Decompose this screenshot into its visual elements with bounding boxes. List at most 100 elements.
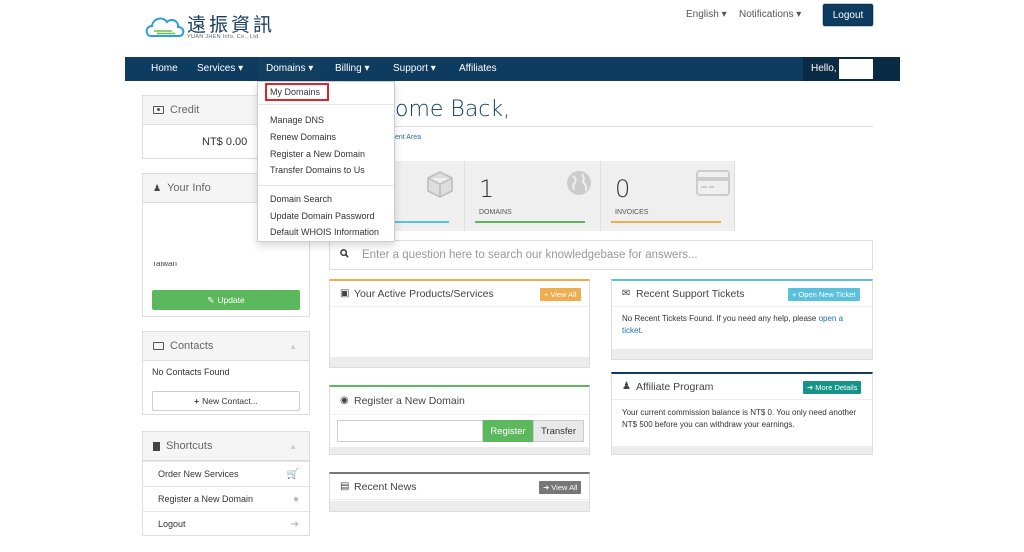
user-icon: ♟ [153, 182, 162, 193]
notifications-menu[interactable]: Notifications ▾ [739, 9, 801, 20]
shortcut-label: Logout [158, 519, 186, 529]
globe-icon: ● [292, 494, 299, 505]
info-country: Taiwan [152, 262, 177, 268]
more-details-label: More Details [815, 383, 858, 392]
tickets-body: No Recent Tickets Found. If you need any… [622, 313, 862, 337]
my-domains-highlight [265, 83, 329, 101]
tickets-panel: ✉ Recent Support Tickets + Open New Ticke… [611, 279, 873, 360]
pencil-icon: ✎ [207, 294, 215, 305]
arrow-left-icon: ➔ [290, 519, 299, 530]
nav-services[interactable]: Services ▾ [197, 57, 243, 81]
collapse-chevron-icon[interactable]: ▲ [289, 342, 297, 351]
logout-button[interactable]: Logout [823, 4, 873, 26]
news-title: Recent News [354, 481, 417, 493]
register-domain-title: Register a New Domain [354, 395, 465, 407]
update-info-button[interactable]: ✎ Update [152, 290, 300, 310]
tickets-body-end: . [640, 326, 643, 335]
user-name-redacted [839, 59, 873, 79]
your-info-title: Your Info [167, 182, 211, 194]
no-contacts-text: No Contacts Found [152, 367, 230, 377]
nav-support[interactable]: Support ▾ [393, 57, 436, 81]
tickets-body-text: No Recent Tickets Found. If you need any… [622, 314, 817, 323]
cube-icon: ▣ [340, 288, 350, 299]
hello-label: Hello, [811, 63, 837, 74]
nav-home[interactable]: Home [151, 57, 178, 81]
dropdown-divider [258, 185, 394, 186]
page-title: ome Back, [395, 97, 511, 122]
dd-register-domain[interactable]: Register a New Domain [270, 149, 365, 159]
affiliate-footer [612, 446, 872, 454]
invoices-bar [611, 221, 721, 223]
new-contact-label: New Contact... [202, 396, 258, 406]
products-view-all-button[interactable]: + View All [540, 288, 581, 301]
domains-bar [475, 221, 585, 223]
news-view-all-button[interactable]: ➜ View All [539, 481, 582, 494]
search-icon [340, 249, 349, 258]
contacts-title: Contacts [170, 340, 214, 352]
shortcut-label: Register a New Domain [158, 494, 254, 504]
cart-icon: 🛒 [286, 469, 299, 480]
breadcrumb[interactable]: ent Area [395, 134, 421, 141]
arrow-right-icon: ➜ [543, 483, 550, 492]
newspaper-icon: ▤ [340, 481, 350, 492]
stat-domains[interactable]: 1 DOMAINS [465, 161, 601, 231]
register-domain-header: ◉ Register a New Domain [330, 387, 589, 415]
affiliate-body: Your current commission balance is NT$ 0… [622, 408, 857, 429]
dd-update-password[interactable]: Update Domain Password [270, 211, 375, 221]
user-menu[interactable]: Hello, [803, 57, 900, 81]
shortcut-label: Order New Services [158, 469, 239, 479]
invoices-label: INVOICES [615, 209, 649, 216]
register-footer [330, 447, 589, 454]
kb-search-placeholder: Enter a question here to search our know… [362, 249, 698, 261]
credit-title: Credit [170, 104, 200, 116]
brand-logo[interactable]: 遠振資訊 YUAN JHEN Info. Co., Ltd [145, 10, 280, 42]
stat-invoices[interactable]: 0 INVOICES [601, 161, 735, 231]
plus-icon: + [194, 396, 200, 406]
language-menu[interactable]: English ▾ [686, 9, 727, 20]
money-icon [153, 106, 164, 114]
affiliate-panel: ♟ Affiliate Program ➜ More Details Your c… [611, 372, 873, 455]
contacts-header: Contacts [143, 332, 309, 361]
products-panel: ▣ Your Active Products/Services + View Al… [329, 279, 590, 368]
domains-label: DOMAINS [479, 209, 512, 216]
view-all-label: View All [550, 290, 577, 299]
new-contact-button[interactable]: + New Contact... [152, 391, 300, 411]
register-domain-panel: ◉ Register a New Domain Register Transfe… [329, 385, 590, 455]
shortcuts-panel: Shortcuts ▲ Order New Services 🛒 Registe… [142, 431, 311, 536]
dd-renew-domains[interactable]: Renew Domains [270, 132, 336, 142]
tickets-footer [612, 349, 872, 359]
dd-manage-dns[interactable]: Manage DNS [270, 115, 324, 125]
more-details-button[interactable]: ➜ More Details [803, 381, 862, 394]
open-ticket-button[interactable]: + Open New Ticket [788, 288, 860, 301]
transfer-button[interactable]: Transfer [533, 420, 584, 442]
register-button[interactable]: Register [483, 420, 533, 442]
dd-domain-search[interactable]: Domain Search [270, 194, 332, 204]
update-label: Update [217, 295, 245, 305]
dd-default-whois[interactable]: Default WHOIS Information [270, 227, 379, 237]
open-ticket-label: Open New Ticket [798, 290, 856, 299]
shortcut-register-domain[interactable]: Register a New Domain ● [143, 486, 311, 511]
tickets-title: Recent Support Tickets [636, 288, 745, 300]
cube-icon [427, 171, 453, 198]
title-divider [395, 126, 873, 127]
nav-billing[interactable]: Billing ▾ [335, 57, 369, 81]
shortcut-order-services[interactable]: Order New Services 🛒 [143, 461, 311, 486]
credit-card-icon [696, 170, 730, 196]
collapse-chevron-icon[interactable]: ▲ [289, 442, 297, 451]
brand-name: 遠振資訊 [187, 14, 276, 36]
main-navbar: Home Services ▾ Domains ▾ Billing ▾ Supp… [125, 57, 900, 81]
plus-icon: + [792, 290, 797, 299]
contacts-panel: Contacts ▲ No Contacts Found + New Conta… [142, 331, 310, 415]
bookmark-icon [153, 441, 160, 451]
nav-domains[interactable]: Domains ▾ [258, 57, 322, 81]
news-footer [330, 501, 589, 511]
shortcut-logout[interactable]: Logout ➔ [143, 511, 311, 536]
folder-icon [153, 342, 164, 350]
kb-search-input[interactable]: Enter a question here to search our know… [329, 240, 873, 270]
comments-icon: ✉ [622, 288, 631, 299]
dd-transfer-domains[interactable]: Transfer Domains to Us [270, 165, 365, 175]
arrow-right-icon: ➜ [807, 383, 814, 392]
nav-affiliates[interactable]: Affiliates [459, 57, 497, 81]
globe-icon: ◉ [340, 395, 349, 406]
domain-search-input[interactable] [337, 420, 483, 442]
